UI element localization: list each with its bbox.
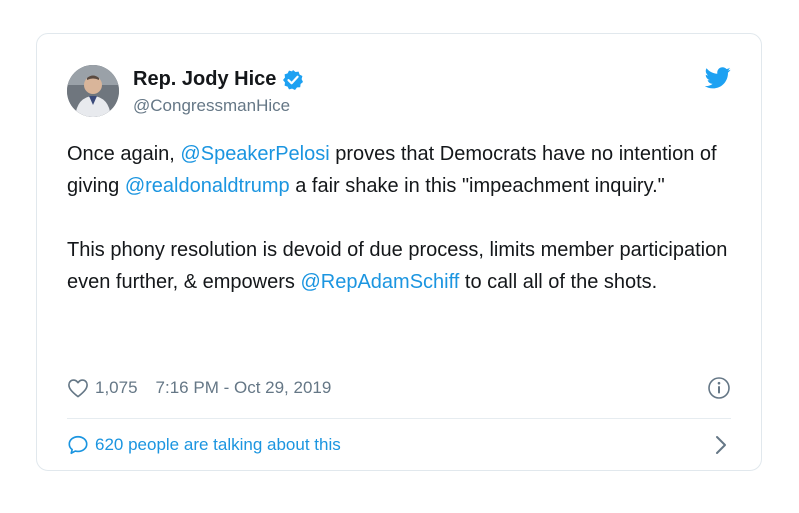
tweet-text-segment: a fair shake in this "impeachment inquir… (289, 175, 665, 197)
tweet-text: Once again, @SpeakerPelosi proves that D… (67, 138, 737, 298)
heart-icon[interactable] (67, 378, 89, 398)
avatar-photo-icon (67, 65, 119, 117)
avatar[interactable] (67, 65, 119, 117)
display-name[interactable]: Rep. Jody Hice (133, 68, 276, 91)
tweet-meta-row: 1,075 7:16 PM - Oct 29, 2019 (67, 374, 731, 402)
mention-link-realdonaldtrump[interactable]: @realdonaldtrump (125, 175, 290, 197)
verified-badge-icon (282, 69, 304, 91)
like-count[interactable]: 1,075 (95, 378, 138, 398)
mention-link-speakerpelosi[interactable]: @SpeakerPelosi (180, 143, 329, 165)
tweet-text-segment: to call all of the shots. (459, 271, 658, 293)
chevron-right-icon[interactable] (715, 435, 727, 455)
twitter-bird-icon[interactable] (705, 67, 731, 89)
author-handle[interactable]: @CongressmanHice (133, 96, 290, 116)
info-icon[interactable] (707, 376, 731, 400)
tweet-text-segment: Once again, (67, 143, 181, 165)
author-name-row: Rep. Jody Hice (133, 68, 304, 91)
conversation-count-label[interactable]: 620 people are talking about this (95, 435, 341, 455)
tweet-timestamp[interactable]: 7:16 PM - Oct 29, 2019 (156, 378, 332, 398)
tweet-paragraph-2: This phony resolution is devoid of due p… (67, 234, 737, 298)
tweet-paragraph-1: Once again, @SpeakerPelosi proves that D… (67, 138, 737, 202)
mention-link-repadamschiff[interactable]: @RepAdamSchiff (300, 271, 459, 293)
divider (67, 418, 731, 419)
conversation-link[interactable]: 620 people are talking about this (67, 432, 731, 458)
speech-bubble-icon (68, 435, 88, 455)
tweet-card: Rep. Jody Hice @CongressmanHice Once aga… (36, 33, 762, 471)
